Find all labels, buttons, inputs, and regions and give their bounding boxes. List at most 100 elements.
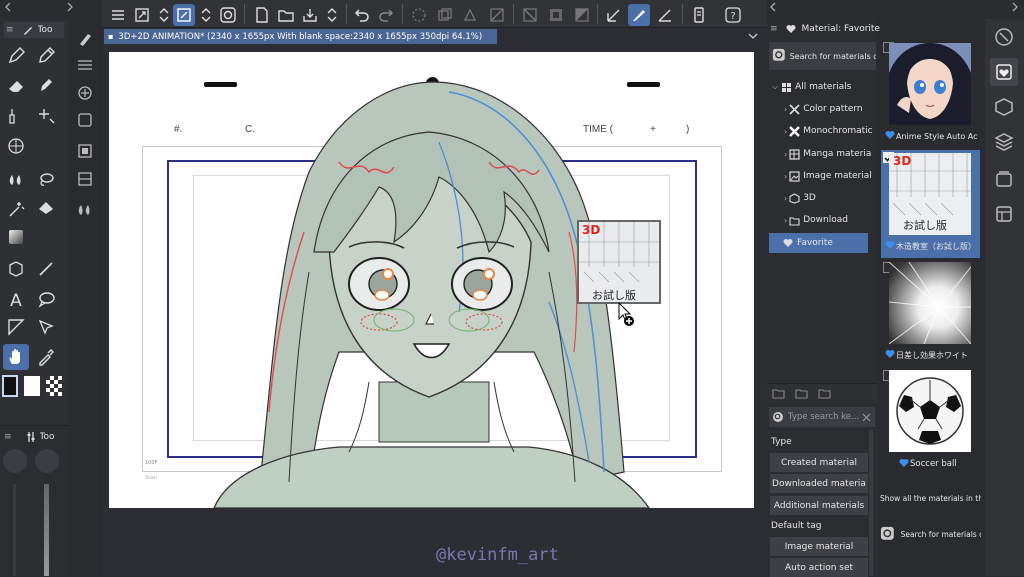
redo-icon[interactable] [375,4,397,26]
menu-icon[interactable] [107,4,129,26]
filter-additional-materials-button[interactable]: Additional materials [770,496,868,515]
folder-edit-icon[interactable] [818,387,831,400]
history-icon[interactable] [72,107,98,133]
fill-tool-icon[interactable] [3,167,29,193]
eraser-tool-icon[interactable] [3,73,29,99]
figure-tool-icon[interactable] [3,133,29,159]
save-icon[interactable] [299,4,321,26]
clip-studio-icon[interactable] [217,4,239,26]
main-color-swatch[interactable] [2,375,18,397]
selection-tone-icon[interactable] [571,4,593,26]
rotate-canvas-icon[interactable] [173,4,195,26]
brush-size-tab-label[interactable]: Too [40,432,55,442]
tree-item-favorite[interactable]: Favorite [769,233,868,253]
snap-grid-icon[interactable] [654,4,676,26]
brush-size-preset-medium[interactable] [35,449,59,473]
filter-downloaded-material-button[interactable]: Downloaded materia [770,474,868,493]
eyedropper-tool-icon[interactable] [33,344,59,370]
search-materials-button[interactable]: Search for materials on A [769,42,876,70]
drag-preview-thumbnail[interactable]: 3D お試し版 [577,220,661,304]
decoration-tool-icon[interactable] [33,73,59,99]
snap-ruler-icon[interactable] [603,4,625,26]
invert-selection-icon[interactable] [545,4,567,26]
sub-color-swatch[interactable] [24,376,40,396]
help-icon[interactable]: ? [722,4,744,26]
device-settings-icon[interactable] [688,4,710,26]
brush-opacity-slider[interactable] [44,484,49,576]
lasso-tool-icon[interactable] [33,167,59,193]
thumbnail-anime-style-auto-action[interactable] [889,43,971,125]
export-stepper-icon[interactable] [321,4,343,26]
transparent-color-swatch[interactable] [46,376,62,396]
new-file-icon[interactable] [251,4,273,26]
panel-collapse-right-icon[interactable] [1011,2,1019,12]
fill-selection-icon[interactable] [486,4,508,26]
favorite-heart-icon[interactable] [899,458,909,468]
thumbnail-soccer-ball[interactable] [889,370,971,452]
hide-outside-selection-icon[interactable] [519,4,541,26]
brush-size-preset-large[interactable] [3,449,27,473]
hand-tool-icon[interactable] [3,344,29,370]
color-set-icon[interactable] [72,166,98,192]
favorite-heart-icon[interactable] [885,240,895,250]
ruler-tool-icon[interactable] [33,314,59,340]
bottom-search-materials-button[interactable]: Search for materials on [880,523,981,545]
navigator-dock-icon[interactable] [990,23,1018,51]
transform-icon[interactable] [460,4,482,26]
thumbnail-sunlight-effect[interactable] [889,262,971,344]
brush-size-slider-track[interactable] [13,484,16,576]
thumbnail-wooden-classroom[interactable]: 3D お試し版 [889,153,971,235]
text-tool-icon[interactable]: A [3,286,29,312]
3d-dock-icon[interactable] [990,93,1018,121]
navigator-icon[interactable] [72,80,98,106]
collapse-left-icon[interactable] [4,2,12,12]
folder-settings-icon[interactable] [795,387,808,400]
tree-item-color-pattern[interactable]: › Color pattern [784,98,876,120]
tree-item-3d[interactable]: › 3D [784,187,876,209]
timeline-dock-icon[interactable] [990,200,1018,228]
pen-tool-icon[interactable] [3,43,29,69]
material-panel-title[interactable]: Material: Favorite [802,24,880,34]
tree-item-manga-material[interactable]: › Manga materia [784,143,876,165]
gradient-tool-icon[interactable] [3,224,29,250]
document-tab[interactable]: ▪ 3D+2D ANIMATION* (2340 x 1655px With b… [104,29,497,44]
tag-panel-scrollbar[interactable] [869,430,873,576]
layers-dock-icon[interactable] [990,128,1018,156]
fill-bucket-tool-icon[interactable] [33,196,59,222]
blend-tool-icon[interactable] [3,103,29,129]
line-tool-icon[interactable] [33,256,59,282]
rotate-stepper-icon[interactable] [195,4,217,26]
filter-created-material-button[interactable]: Created material [770,453,868,472]
magic-wand-tool-icon[interactable] [3,196,29,222]
tag-auto-action-set-button[interactable]: Auto action set [770,558,868,577]
brush-preset-icon[interactable] [72,26,98,52]
sparkle-tool-icon[interactable] [33,103,59,129]
snap-special-ruler-icon[interactable] [628,4,650,26]
favorite-heart-icon[interactable] [885,349,895,359]
stack-dock-icon[interactable] [990,165,1018,193]
operation-tool-icon[interactable] [3,256,29,282]
balloon-tool-icon[interactable] [33,286,59,312]
pencil-tool-icon[interactable] [33,43,59,69]
open-folder-icon[interactable] [275,4,297,26]
tree-item-image-material[interactable]: › Image material [784,165,876,187]
copy-layer-icon[interactable] [434,4,456,26]
tool-property-icon[interactable] [72,52,98,78]
new-folder-icon[interactable] [772,387,785,400]
tree-item-all-materials[interactable]: ⌵ All materials [772,76,876,98]
zoom-stepper-icon[interactable] [153,4,175,26]
tool-palette-tab-label[interactable]: Too [38,25,53,35]
frame-tool-icon[interactable] [3,314,29,340]
undo-icon[interactable] [351,4,373,26]
panel-collapse-left-icon[interactable] [769,2,777,12]
collapse-right-icon[interactable] [66,2,74,12]
fill-icon[interactable] [72,197,98,223]
tree-item-download[interactable]: › Download [784,209,876,231]
tab-dropdown-icon[interactable] [747,31,759,41]
clear-selection-icon[interactable] [408,4,430,26]
tag-image-material-button[interactable]: Image material [770,537,868,556]
tag-search-input[interactable]: Type search ke... [769,407,875,427]
favorite-heart-icon[interactable] [885,130,895,140]
tree-item-monochromatic[interactable]: › Monochromatic [784,120,876,142]
fit-canvas-icon[interactable] [131,4,153,26]
